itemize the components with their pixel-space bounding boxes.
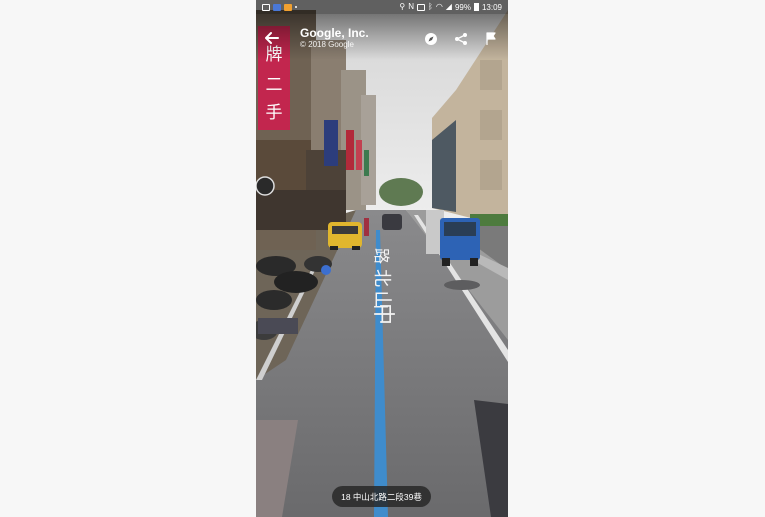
signal-icon: ◢ <box>445 2 452 11</box>
location-icon: ⚲ <box>399 2 406 11</box>
right-building-window-3 <box>480 160 502 190</box>
share-button[interactable] <box>453 31 469 47</box>
small-green-sign <box>364 150 369 176</box>
red-shop-sign-text-2: 二 <box>266 75 283 95</box>
clock: 13:09 <box>481 2 502 12</box>
right-building-window-2 <box>480 110 502 140</box>
svg-text:中: 中 <box>370 303 395 325</box>
battery-icon <box>473 3 479 11</box>
distant-car <box>382 214 402 230</box>
dot-icon <box>295 6 297 8</box>
gallery-icon <box>262 3 270 11</box>
compass-icon <box>425 33 437 45</box>
copyright-text: © 2018 Google <box>300 40 354 49</box>
status-bar: ⚲ N ᛒ ◠ ◢ 99% 13:09 <box>256 0 508 14</box>
report-button[interactable] <box>483 31 499 47</box>
address-chip[interactable]: 18 中山北路二段39巷 <box>332 486 431 507</box>
vibrate-icon <box>417 3 425 11</box>
flag-icon <box>486 32 496 45</box>
app-icon <box>273 3 281 11</box>
road-marking-text: 路 北 山 中 <box>370 248 395 325</box>
round-shop-sign <box>256 176 275 196</box>
bluetooth-icon: ᛒ <box>428 2 433 11</box>
wifi-icon: ◠ <box>435 2 443 11</box>
red-shop-sign-text-3: 手 <box>266 103 283 123</box>
page-title: Google, Inc. <box>300 26 369 40</box>
back-button[interactable] <box>264 30 280 46</box>
street-view-panorama[interactable]: 牌 二 手 路 北 山 中 <box>256 0 508 517</box>
right-building-window <box>480 60 502 90</box>
share-icon <box>455 33 467 45</box>
blue-shop-sign <box>324 120 338 166</box>
distant-trees <box>379 178 423 206</box>
title-block: Google, Inc. © 2018 Google <box>300 26 369 50</box>
nfc-icon: N <box>408 2 414 11</box>
pedestrian <box>364 218 369 236</box>
address-text: 18 中山北路二段39巷 <box>341 491 422 502</box>
yellow-taxi <box>328 222 362 250</box>
notification-icon <box>284 3 292 11</box>
svg-text:路: 路 <box>372 248 391 264</box>
compass-button[interactable] <box>423 31 439 47</box>
small-red-sign-2 <box>356 140 362 170</box>
top-bar: Google, Inc. © 2018 Google <box>256 14 508 60</box>
manhole <box>444 280 480 290</box>
street-view-screen[interactable]: 牌 二 手 路 北 山 中 <box>256 0 508 517</box>
svg-text:北: 北 <box>371 269 392 287</box>
battery-percent: 99% <box>454 2 471 12</box>
small-red-sign <box>346 130 354 170</box>
back-arrow-icon <box>265 32 279 44</box>
